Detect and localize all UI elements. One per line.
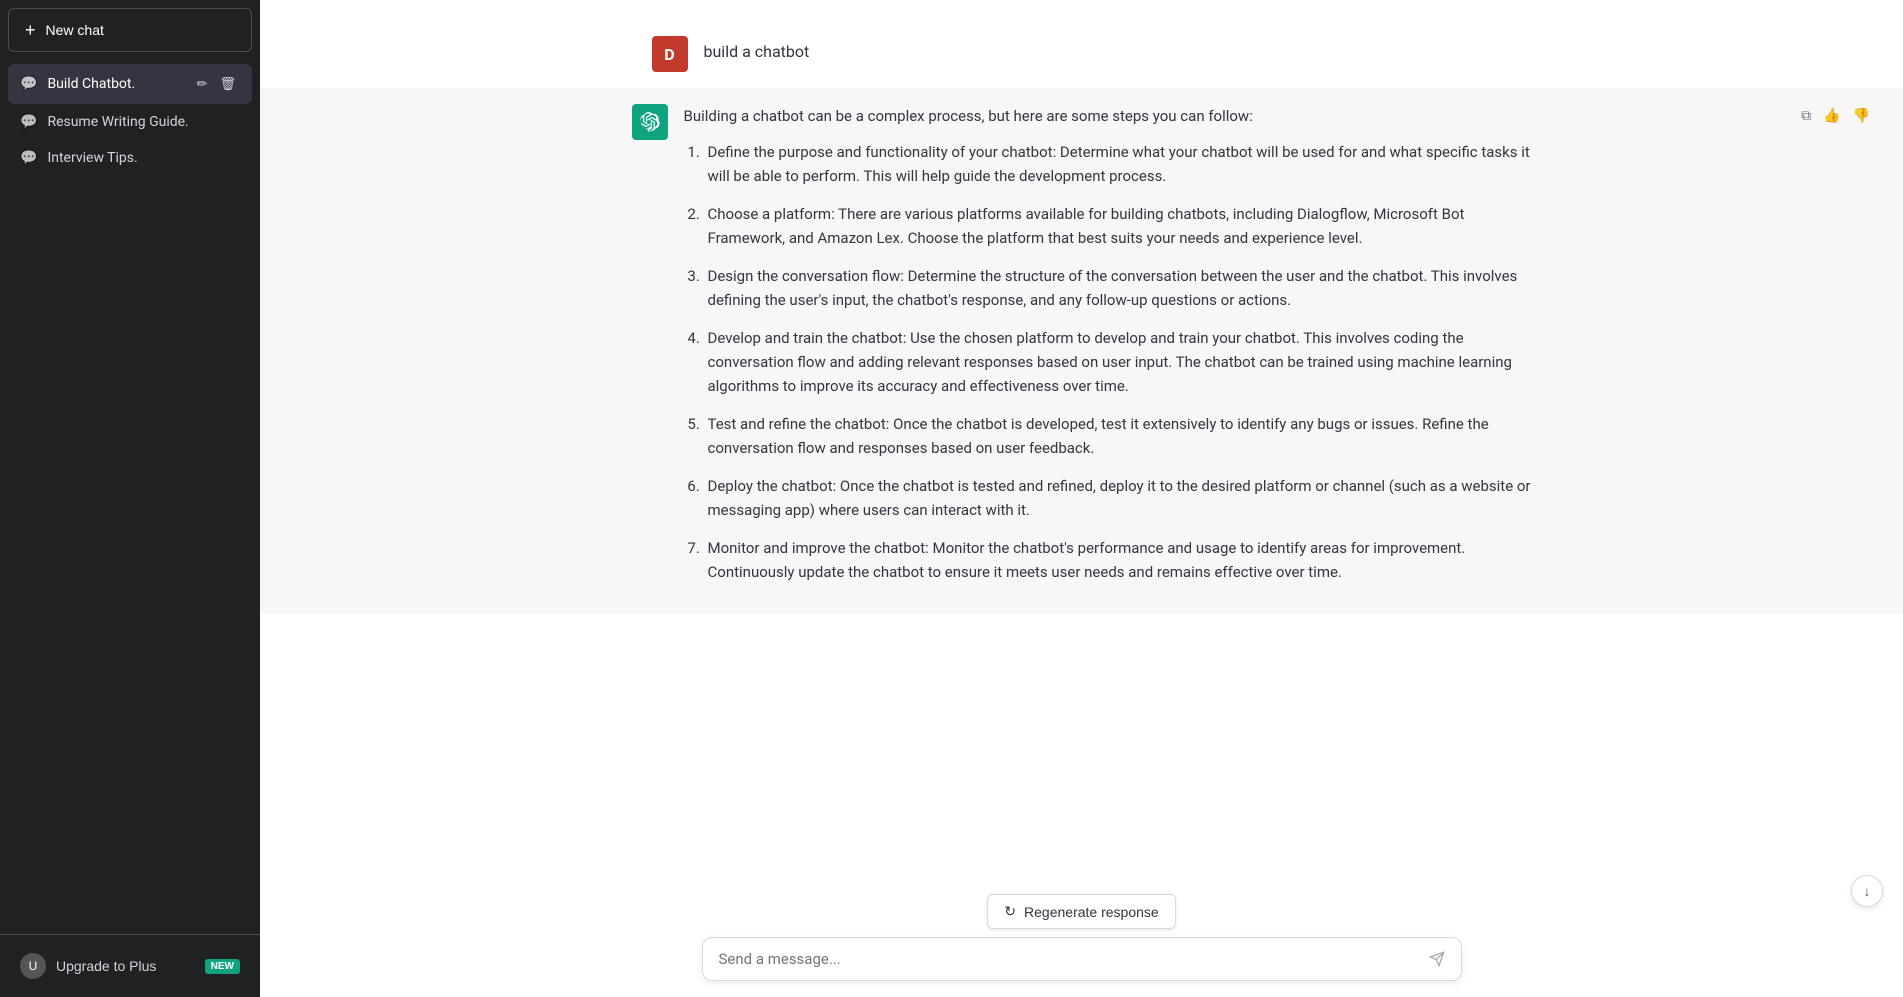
sidebar-item-label: Interview Tips. [47, 150, 240, 166]
scroll-to-bottom-button[interactable]: ↓ [1851, 875, 1883, 907]
new-chat-label: New chat [46, 22, 104, 38]
new-badge: NEW [205, 959, 240, 974]
step-2: Choose a platform: There are various pla… [704, 202, 1532, 250]
item-actions: ✏ 🗑 [193, 74, 240, 94]
step-7: Monitor and improve the chatbot: Monitor… [704, 536, 1532, 584]
assistant-message-content: Building a chatbot can be a complex proc… [684, 104, 1532, 598]
input-area: ↻ Regenerate response [260, 878, 1903, 997]
input-wrapper [702, 937, 1462, 981]
message-input[interactable] [719, 950, 1413, 968]
user-message-row: D build a chatbot [632, 20, 1532, 88]
step-1: Define the purpose and functionality of … [704, 140, 1532, 188]
sidebar-footer: U Upgrade to Plus NEW [0, 934, 260, 997]
copy-button[interactable]: ⧉ [1798, 104, 1814, 127]
send-button[interactable] [1425, 947, 1449, 971]
chat-bubble-icon: 💬 [20, 114, 37, 130]
upgrade-label: Upgrade to Plus [56, 958, 156, 974]
sidebar-item-build-chatbot[interactable]: 💬 Build Chatbot. ✏ 🗑 [8, 64, 252, 104]
user-message-text: build a chatbot [704, 36, 810, 72]
upgrade-to-plus-button[interactable]: U Upgrade to Plus NEW [8, 943, 252, 989]
new-chat-button[interactable]: + New chat [8, 8, 252, 52]
scroll-down-icon: ↓ [1864, 883, 1871, 899]
assistant-message-row: ⧉ 👍 👎 Building a chatbot can be a comple… [260, 88, 1903, 614]
plus-icon: + [25, 21, 36, 39]
sidebar-item-interview-tips[interactable]: 💬 Interview Tips. [8, 140, 252, 176]
delete-button[interactable]: 🗑 [215, 74, 240, 94]
sidebar: + New chat 💬 Build Chatbot. ✏ 🗑 💬 Resume… [0, 0, 260, 997]
steps-list: Define the purpose and functionality of … [684, 140, 1532, 584]
openai-logo-icon [640, 112, 660, 132]
sidebar-item-label: Build Chatbot. [47, 76, 182, 92]
step-6: Deploy the chatbot: Once the chatbot is … [704, 474, 1532, 522]
regenerate-container: ↻ Regenerate response [280, 894, 1883, 929]
assistant-inner: Building a chatbot can be a complex proc… [632, 104, 1532, 598]
main-content: D build a chatbot ⧉ 👍 👎 Building a chatb… [260, 0, 1903, 997]
step-4: Develop and train the chatbot: Use the c… [704, 326, 1532, 398]
user-avatar: U [20, 953, 46, 979]
chat-area: D build a chatbot ⧉ 👍 👎 Building a chatb… [260, 0, 1903, 997]
thumbs-down-button[interactable]: 👎 [1850, 104, 1873, 127]
assistant-avatar [632, 104, 668, 140]
sidebar-item-label: Resume Writing Guide. [47, 114, 240, 130]
sidebar-nav: 💬 Build Chatbot. ✏ 🗑 💬 Resume Writing Gu… [0, 60, 260, 934]
chat-bubble-icon: 💬 [20, 150, 37, 166]
assistant-intro: Building a chatbot can be a complex proc… [684, 104, 1532, 128]
regenerate-icon: ↻ [1004, 903, 1016, 920]
message-actions: ⧉ 👍 👎 [1798, 104, 1873, 127]
regenerate-response-button[interactable]: ↻ Regenerate response [987, 894, 1175, 929]
step-3: Design the conversation flow: Determine … [704, 264, 1532, 312]
avatar-letter: U [29, 959, 38, 973]
user-avatar-letter: D [664, 45, 674, 64]
edit-button[interactable]: ✏ [193, 74, 212, 94]
thumbs-up-button[interactable]: 👍 [1820, 104, 1843, 127]
chat-bubble-icon: 💬 [20, 76, 37, 92]
step-5: Test and refine the chatbot: Once the ch… [704, 412, 1532, 460]
sidebar-item-resume-writing[interactable]: 💬 Resume Writing Guide. [8, 104, 252, 140]
send-icon [1429, 951, 1445, 967]
regenerate-label: Regenerate response [1024, 904, 1159, 920]
user-avatar: D [652, 36, 688, 72]
